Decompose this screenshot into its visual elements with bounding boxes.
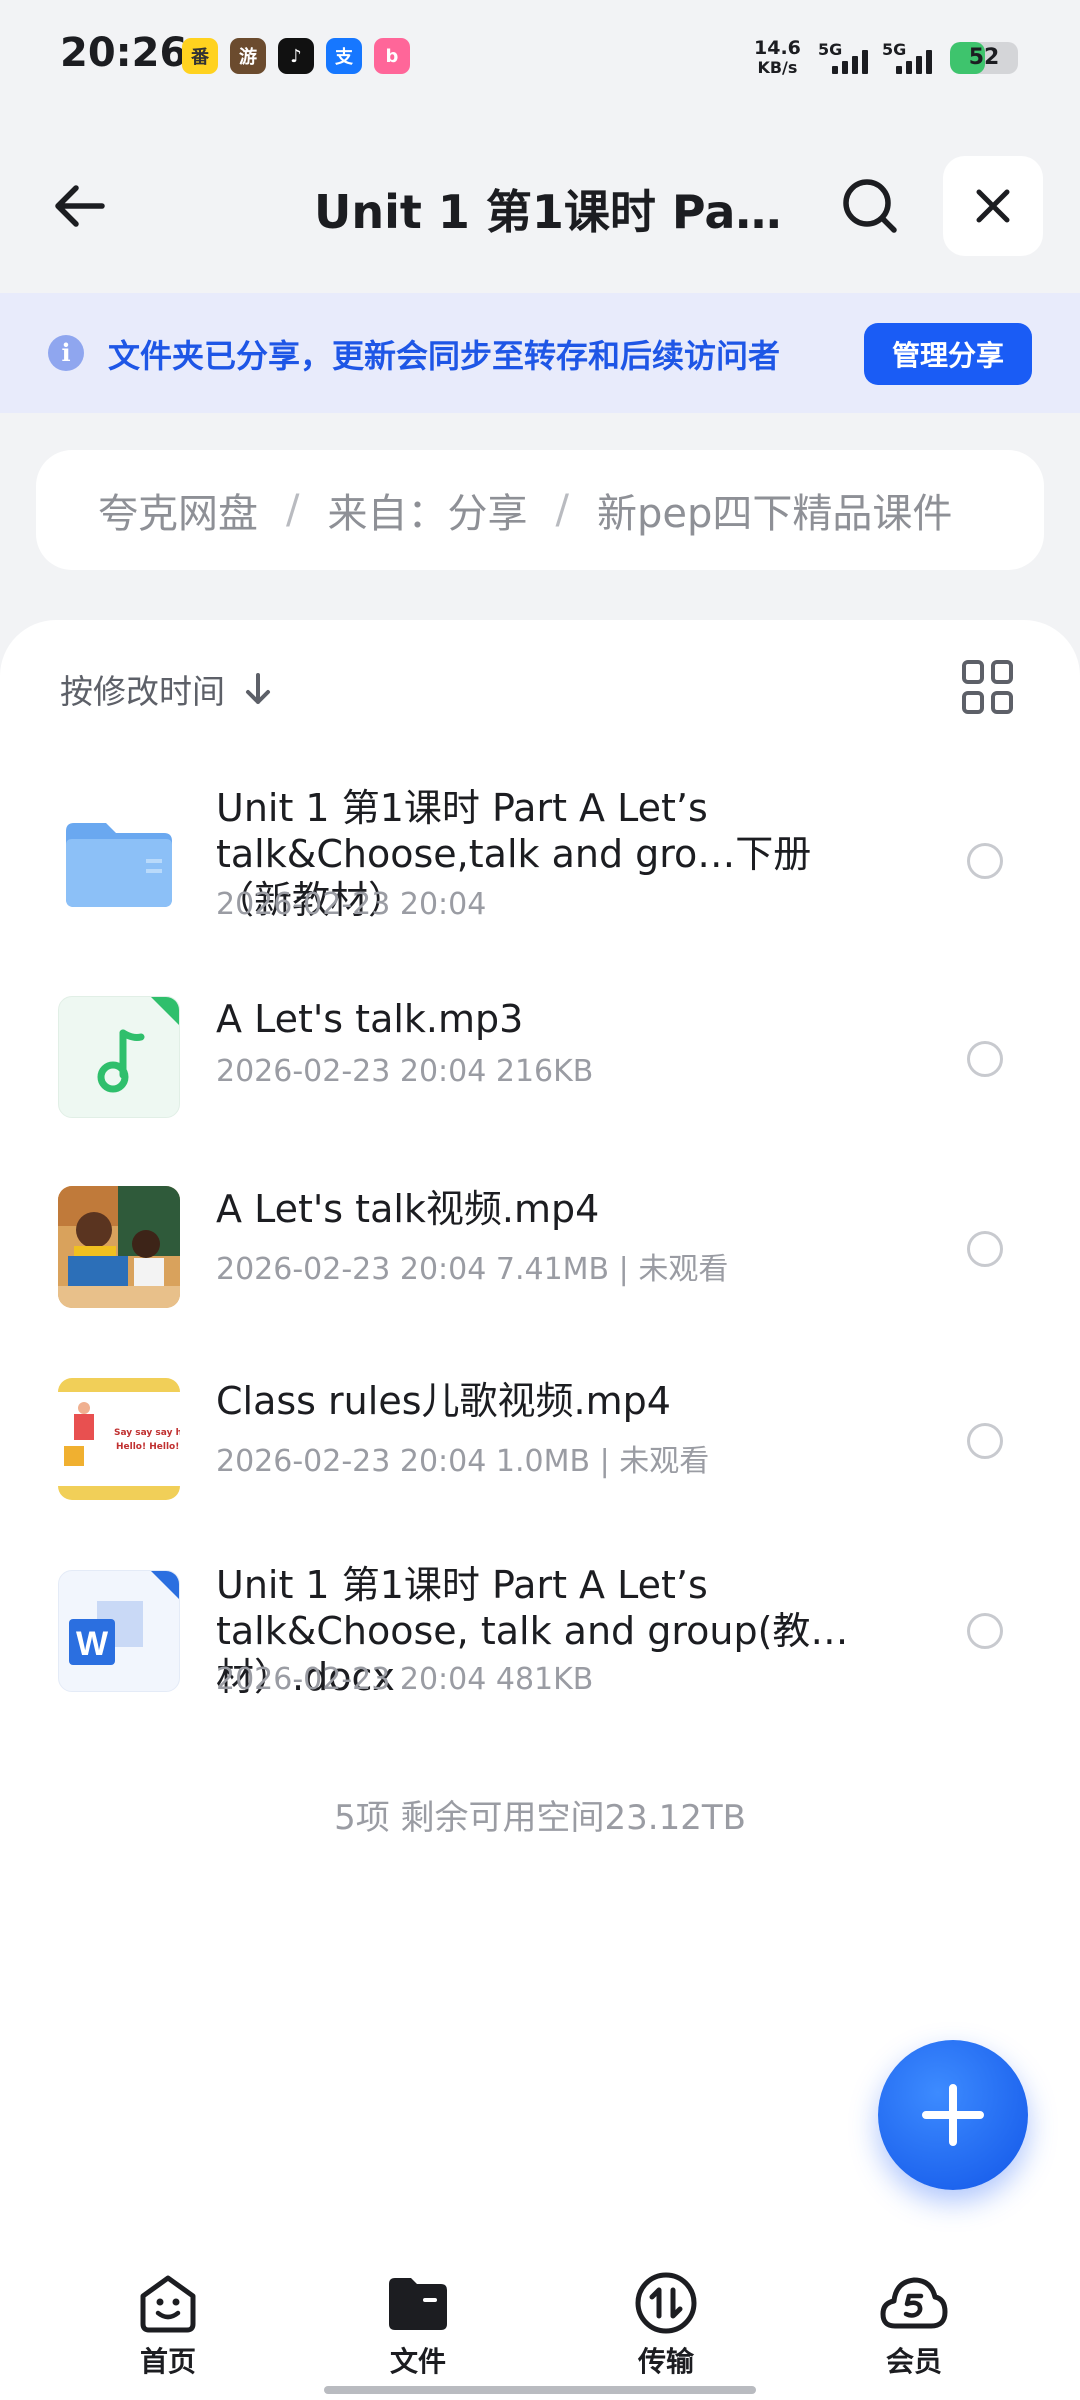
bilibili-app-icon: b: [374, 38, 410, 74]
select-radio[interactable]: [967, 1041, 1003, 1077]
word-doc-icon: W: [58, 1570, 180, 1692]
file-meta: 2026-02-23 20:04 216KB: [216, 1054, 594, 1089]
close-icon: [976, 189, 1010, 223]
breadcrumb-separator: /: [555, 487, 569, 533]
battery-icon: 52: [950, 42, 1018, 74]
file-row-document[interactable]: W Unit 1 第1课时 Part A Let’s talk&Choose, …: [0, 1563, 1080, 1760]
fanqie-app-icon: 番: [182, 38, 218, 74]
network-speed: 14.6 KB/s: [754, 37, 801, 77]
arrow-down-icon: [246, 673, 270, 704]
select-radio[interactable]: [967, 1613, 1003, 1649]
sort-button[interactable]: 按修改时间: [60, 665, 273, 713]
info-icon: i: [48, 335, 84, 371]
manage-share-button[interactable]: 管理分享: [864, 323, 1032, 385]
grid-view-toggle-icon[interactable]: [962, 660, 1016, 714]
plus-icon: [922, 2084, 984, 2146]
close-button[interactable]: [943, 156, 1043, 256]
bottom-nav: 首页 文件 传输 会员: [0, 2250, 1080, 2400]
tab-transfer[interactable]: 传输: [586, 2268, 746, 2388]
status-bar: 20:26 番 游 ♪ 支 b 14.6 KB/s 5G 5G 52: [0, 0, 1080, 112]
breadcrumb-item-share[interactable]: 来自：分享: [327, 481, 527, 539]
signal-1-bars-icon: [832, 50, 868, 74]
file-row-audio[interactable]: A Let's talk.mp3 2026-02-23 20:04 216KB: [0, 990, 1080, 1180]
breadcrumb: 夸克网盘 / 来自：分享 / 新pep四下精品课件: [36, 450, 1044, 570]
video-thumbnail: Say say say h Hello! Hello!: [58, 1378, 180, 1500]
game-app-icon: 游: [230, 38, 266, 74]
thumbnail-caption: Say say say h: [114, 1428, 180, 1438]
file-row-folder[interactable]: Unit 1 第1课时 Part A Let’s talk&Choose,tal…: [0, 775, 1080, 965]
svg-text:W: W: [76, 1625, 109, 1663]
file-row-video[interactable]: Say say say h Hello! Hello! Class rules儿…: [0, 1372, 1080, 1562]
file-meta: 2026-02-23 20:04 1.0MB | 未观看: [216, 1444, 710, 1479]
tab-label: 首页: [139, 2345, 196, 2378]
storage-summary: 5项 剩余可用空间23.12TB: [334, 1798, 746, 1838]
video-thumbnail: [58, 1186, 180, 1308]
search-button[interactable]: [834, 170, 906, 242]
file-name: A Let's talk.mp3: [216, 997, 524, 1041]
tab-label: 文件: [389, 2345, 446, 2378]
folder-icon: [383, 2268, 453, 2338]
share-banner: i 文件夹已分享，更新会同步至转存和后续访问者 管理分享: [0, 293, 1080, 413]
home-face-icon: [133, 2268, 203, 2338]
transfer-icon: [631, 2268, 701, 2338]
cloud-member-icon: [879, 2268, 949, 2338]
breadcrumb-item-root[interactable]: 夸克网盘: [98, 481, 258, 539]
select-radio[interactable]: [967, 1231, 1003, 1267]
file-meta: 2026-02-23 20:04 481KB: [216, 1662, 594, 1697]
file-meta: 2026-02-23 20:04: [216, 887, 487, 922]
search-icon: [843, 179, 897, 233]
thumbnail-caption: Hello! Hello!: [116, 1442, 180, 1452]
select-radio[interactable]: [967, 1423, 1003, 1459]
tab-label: 会员: [885, 2345, 942, 2378]
share-notice-text: 文件夹已分享，更新会同步至转存和后续访问者: [108, 337, 781, 375]
file-name: A Let's talk视频.mp4: [216, 1187, 600, 1231]
add-button[interactable]: [878, 2040, 1028, 2190]
file-name: Class rules儿歌视频.mp4: [216, 1379, 671, 1423]
back-button[interactable]: [44, 170, 116, 242]
select-radio[interactable]: [967, 843, 1003, 879]
alipay-app-icon: 支: [326, 38, 362, 74]
music-note-icon: [58, 996, 180, 1118]
sort-label: 按修改时间: [60, 672, 225, 711]
back-arrow-icon: [55, 185, 105, 227]
battery-level: 52: [968, 45, 1000, 70]
status-time: 20:26: [60, 30, 188, 76]
tab-label: 传输: [637, 2345, 694, 2378]
file-meta: 2026-02-23 20:04 7.41MB | 未观看: [216, 1252, 729, 1287]
page-title: Unit 1 第1课时 Par…: [314, 185, 784, 239]
home-indicator[interactable]: [324, 2386, 756, 2394]
signal-2-bars-icon: [896, 50, 932, 74]
folder-icon: [58, 801, 180, 923]
tab-home[interactable]: 首页: [88, 2268, 248, 2388]
breadcrumb-item-current[interactable]: 新pep四下精品课件: [597, 481, 952, 539]
tab-files[interactable]: 文件: [338, 2268, 498, 2388]
breadcrumb-separator: /: [286, 487, 300, 533]
file-row-video[interactable]: A Let's talk视频.mp4 2026-02-23 20:04 7.41…: [0, 1180, 1080, 1370]
tab-member[interactable]: 会员: [834, 2268, 994, 2388]
tiktok-app-icon: ♪: [278, 38, 314, 74]
header: Unit 1 第1课时 Par…: [0, 140, 1080, 270]
